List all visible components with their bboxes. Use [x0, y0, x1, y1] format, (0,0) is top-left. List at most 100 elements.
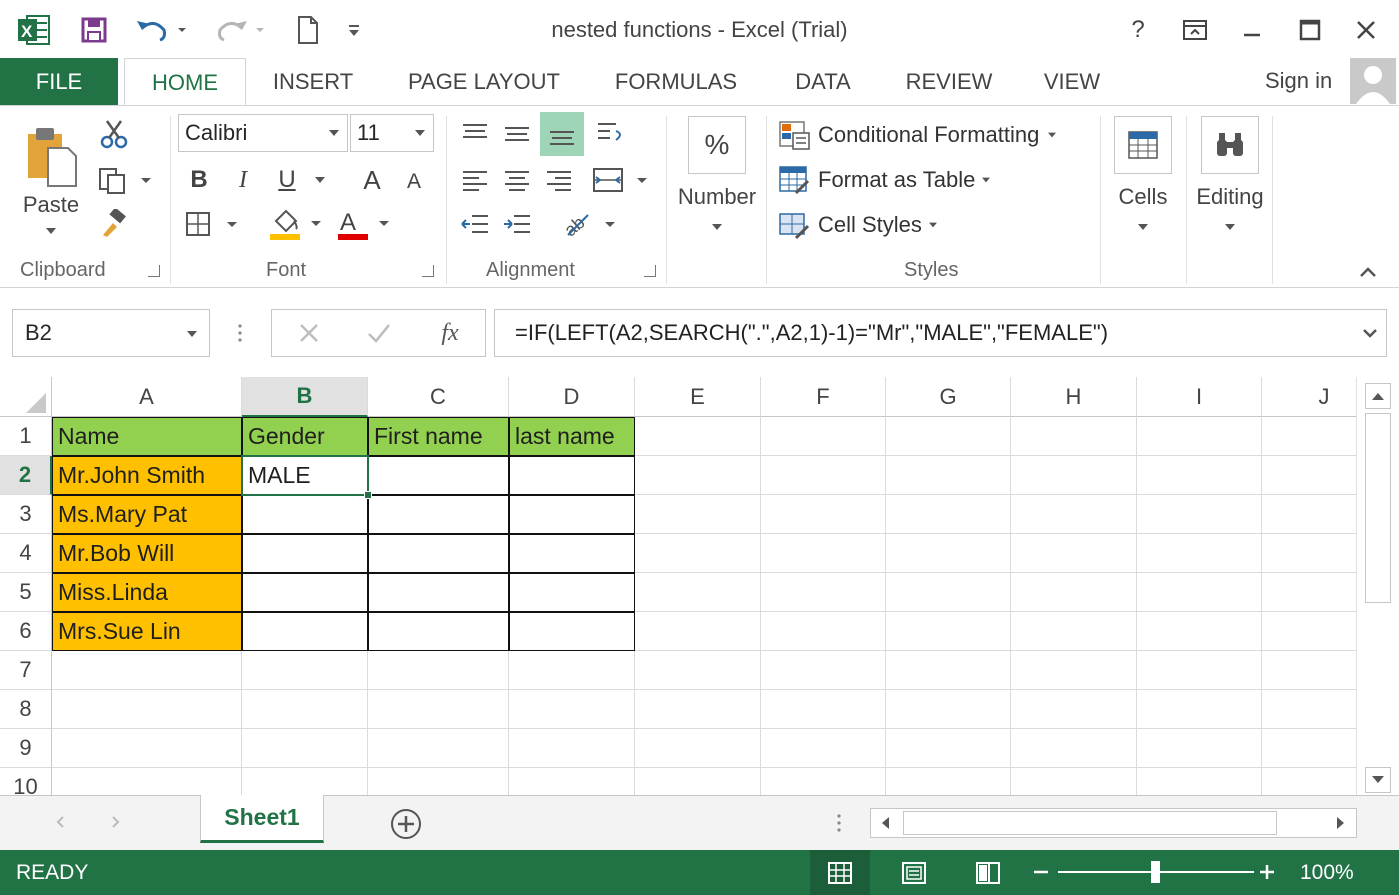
cut-icon[interactable]	[96, 116, 132, 152]
bottom-align-icon[interactable]	[540, 112, 584, 156]
font-family-select[interactable]: Calibri	[178, 114, 348, 152]
number-format-button[interactable]: % Number	[672, 116, 762, 230]
scroll-left-icon[interactable]	[875, 813, 895, 833]
cell-styles-button[interactable]: Cell Styles	[778, 205, 938, 245]
cell-c7[interactable]	[368, 651, 509, 690]
cell-f2[interactable]	[761, 456, 886, 495]
grow-font-button[interactable]: A	[356, 162, 388, 198]
cell-f5[interactable]	[761, 573, 886, 612]
cell-g4[interactable]	[886, 534, 1011, 573]
tab-formulas[interactable]: FORMULAS	[604, 58, 748, 105]
cell-h10[interactable]	[1011, 768, 1137, 795]
column-header-e[interactable]: E	[635, 377, 761, 417]
formula-input[interactable]: =IF(LEFT(A2,SEARCH(".",A2,1)-1)="Mr","MA…	[494, 309, 1387, 357]
shrink-font-button[interactable]: A	[400, 166, 428, 198]
orientation-wrap-icon[interactable]	[592, 116, 630, 152]
cell-c10[interactable]	[368, 768, 509, 795]
increase-indent-icon[interactable]	[498, 206, 536, 242]
cell-a5[interactable]: Miss.Linda	[52, 573, 242, 612]
close-icon[interactable]	[1346, 12, 1386, 48]
cell-c4[interactable]	[368, 534, 509, 573]
cell-b5[interactable]	[242, 573, 368, 612]
cell-c5[interactable]	[368, 573, 509, 612]
cell-h4[interactable]	[1011, 534, 1137, 573]
row-header-1[interactable]: 1	[0, 417, 52, 456]
tab-data[interactable]: DATA	[780, 58, 866, 105]
cell-a2[interactable]: Mr.John Smith	[52, 456, 242, 495]
name-box[interactable]: B2	[12, 309, 210, 357]
zoom-out-icon[interactable]	[1030, 858, 1052, 886]
cell-e10[interactable]	[635, 768, 761, 795]
cell-a10[interactable]	[52, 768, 242, 795]
font-launcher-icon[interactable]	[422, 265, 434, 277]
row-header-6[interactable]: 6	[0, 612, 52, 651]
scroll-up-icon[interactable]	[1365, 383, 1391, 409]
cell-d1[interactable]: last name	[509, 417, 635, 456]
cell-c2[interactable]	[368, 456, 509, 495]
tab-page-layout[interactable]: PAGE LAYOUT	[394, 58, 574, 105]
zoom-in-icon[interactable]	[1256, 858, 1278, 886]
cell-d3[interactable]	[509, 495, 635, 534]
cell-a4[interactable]: Mr.Bob Will	[52, 534, 242, 573]
confirm-entry-icon[interactable]	[362, 318, 396, 348]
copy-icon[interactable]	[96, 162, 156, 198]
cell-b6[interactable]	[242, 612, 368, 651]
cell-f8[interactable]	[761, 690, 886, 729]
font-color-icon[interactable]: A	[334, 204, 394, 244]
cell-d9[interactable]	[509, 729, 635, 768]
conditional-formatting-button[interactable]: Conditional Formatting	[778, 115, 1057, 155]
cell-i1[interactable]	[1137, 417, 1262, 456]
align-right-icon[interactable]	[540, 162, 578, 198]
cell-h3[interactable]	[1011, 495, 1137, 534]
zoom-level[interactable]: 100%	[1300, 861, 1354, 885]
vertical-scrollbar[interactable]	[1356, 377, 1399, 795]
column-header-h[interactable]: H	[1011, 377, 1137, 417]
column-header-i[interactable]: I	[1137, 377, 1262, 417]
cell-b1[interactable]: Gender	[242, 417, 368, 456]
cell-b10[interactable]	[242, 768, 368, 795]
cell-h7[interactable]	[1011, 651, 1137, 690]
cell-i10[interactable]	[1137, 768, 1262, 795]
page-break-preview-icon[interactable]	[958, 850, 1018, 895]
cell-e7[interactable]	[635, 651, 761, 690]
font-size-select[interactable]: 11	[350, 114, 434, 152]
cell-i5[interactable]	[1137, 573, 1262, 612]
cell-g5[interactable]	[886, 573, 1011, 612]
cell-i8[interactable]	[1137, 690, 1262, 729]
cell-f9[interactable]	[761, 729, 886, 768]
cell-d2[interactable]	[509, 456, 635, 495]
tab-file[interactable]: FILE	[0, 58, 118, 105]
account-avatar-icon[interactable]	[1350, 58, 1396, 104]
column-header-b[interactable]: B	[242, 377, 368, 417]
cell-g1[interactable]	[886, 417, 1011, 456]
cell-i2[interactable]	[1137, 456, 1262, 495]
align-left-icon[interactable]	[456, 162, 494, 198]
cell-g7[interactable]	[886, 651, 1011, 690]
row-header-10[interactable]: 10	[0, 768, 52, 795]
cell-e9[interactable]	[635, 729, 761, 768]
bold-button[interactable]: B	[184, 162, 214, 198]
cell-e8[interactable]	[635, 690, 761, 729]
cell-d4[interactable]	[509, 534, 635, 573]
cell-b4[interactable]	[242, 534, 368, 573]
clipboard-launcher-icon[interactable]	[148, 265, 160, 277]
fill-color-icon[interactable]	[266, 204, 326, 244]
horizontal-scroll-thumb[interactable]	[903, 811, 1277, 835]
cell-d6[interactable]	[509, 612, 635, 651]
cell-b7[interactable]	[242, 651, 368, 690]
zoom-slider[interactable]	[1058, 861, 1254, 883]
merge-center-icon[interactable]	[590, 162, 652, 198]
cell-f7[interactable]	[761, 651, 886, 690]
tab-split-grip-icon[interactable]	[832, 810, 846, 836]
cell-h9[interactable]	[1011, 729, 1137, 768]
tab-view[interactable]: VIEW	[1032, 58, 1112, 105]
cell-b3[interactable]	[242, 495, 368, 534]
cell-e6[interactable]	[635, 612, 761, 651]
cell-a3[interactable]: Ms.Mary Pat	[52, 495, 242, 534]
cell-f1[interactable]	[761, 417, 886, 456]
cell-f3[interactable]	[761, 495, 886, 534]
italic-button[interactable]: I	[228, 162, 258, 198]
cell-e2[interactable]	[635, 456, 761, 495]
cell-i6[interactable]	[1137, 612, 1262, 651]
cell-i7[interactable]	[1137, 651, 1262, 690]
